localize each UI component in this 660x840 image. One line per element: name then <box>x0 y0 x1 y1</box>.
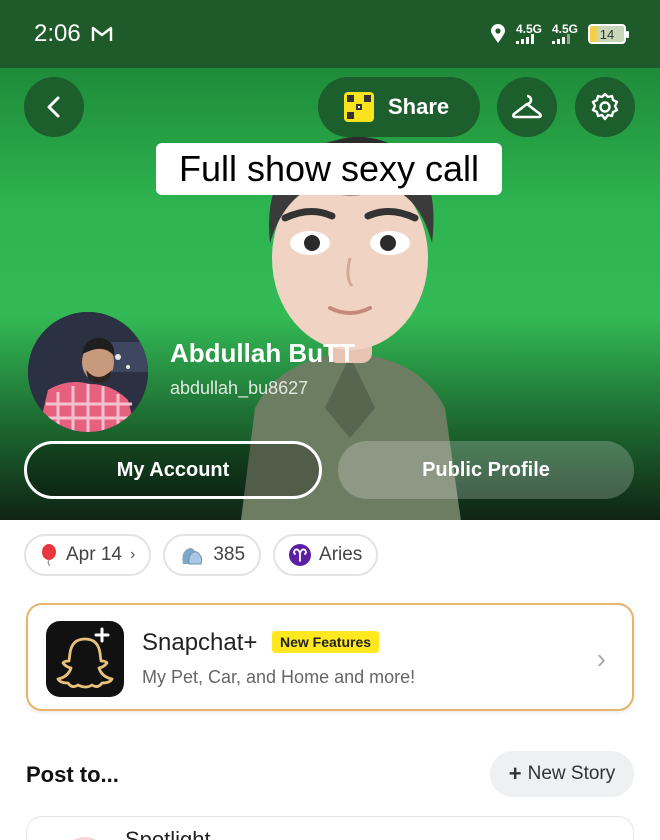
share-button[interactable]: Share <box>318 77 480 137</box>
display-name: Abdullah BuTT <box>170 338 355 368</box>
post-to-heading: Post to... <box>26 762 119 787</box>
status-left: 2:06 <box>34 20 113 48</box>
username: abdullah_bu8627 <box>170 378 309 398</box>
snapchat-plus-subtitle: My Pet, Car, and Home and more! <box>142 667 416 687</box>
spotlight-label: Spotlight <box>125 827 211 840</box>
public-profile-button[interactable]: Public Profile <box>338 441 634 499</box>
qr-code-icon <box>344 92 374 122</box>
profile-photo[interactable] <box>28 312 148 432</box>
snapchat-plus-card[interactable]: Snapchat+ New Features My Pet, Car, and … <box>26 603 634 711</box>
clock: 2:06 <box>34 20 81 47</box>
spotlight-option[interactable]: Spotlight <box>26 816 634 840</box>
share-label: Share <box>388 94 450 119</box>
overlay-caption: Full show sexy call <box>156 143 502 195</box>
public-profile-label: Public Profile <box>422 458 550 481</box>
friends-ghost-icon <box>182 548 203 565</box>
birthday-chip[interactable]: Apr 14 › <box>24 534 152 576</box>
snapchat-plus-title: Snapchat+ <box>142 629 258 656</box>
zodiac-chip[interactable]: Aries <box>273 534 379 576</box>
my-account-label: My Account <box>116 458 230 481</box>
status-right: 4.5G 4.5G 14 <box>490 23 629 44</box>
aries-icon <box>289 544 312 566</box>
new-features-badge: New Features <box>272 631 380 653</box>
signal-2: 4.5G <box>551 23 578 44</box>
plus-icon: + <box>508 761 522 786</box>
status-bar: 2:06 4.5G 4.5G 14 <box>0 0 660 68</box>
back-chevron-icon <box>47 96 60 118</box>
chevron-right-icon: › <box>596 643 606 674</box>
chevron-right-icon: › <box>129 546 136 563</box>
friends-count: 385 <box>213 544 246 565</box>
profile-chips: Apr 14 › 385 Aries <box>24 534 379 576</box>
settings-button[interactable] <box>575 77 635 137</box>
outfit-button[interactable] <box>497 77 557 137</box>
battery-indicator: 14 <box>588 24 629 44</box>
balloon-icon <box>42 544 56 566</box>
back-button[interactable] <box>24 77 84 137</box>
gmail-icon <box>91 26 112 41</box>
friends-chip[interactable]: 385 <box>163 534 262 576</box>
zodiac-label: Aries <box>319 544 363 565</box>
gear-icon <box>591 92 619 121</box>
birthday-label: Apr 14 <box>66 544 122 565</box>
hanger-icon <box>512 94 542 119</box>
snapchat-plus-icon <box>46 621 124 697</box>
new-story-label: New Story <box>527 763 616 784</box>
location-icon <box>490 24 505 43</box>
signal-1: 4.5G <box>515 23 542 44</box>
my-account-button[interactable]: My Account <box>24 441 322 499</box>
profile-hero: Share Full show sexy call Abdullah BuTT … <box>0 68 660 520</box>
profile-photo-image <box>28 312 148 432</box>
new-story-button[interactable]: + New Story <box>490 751 634 797</box>
